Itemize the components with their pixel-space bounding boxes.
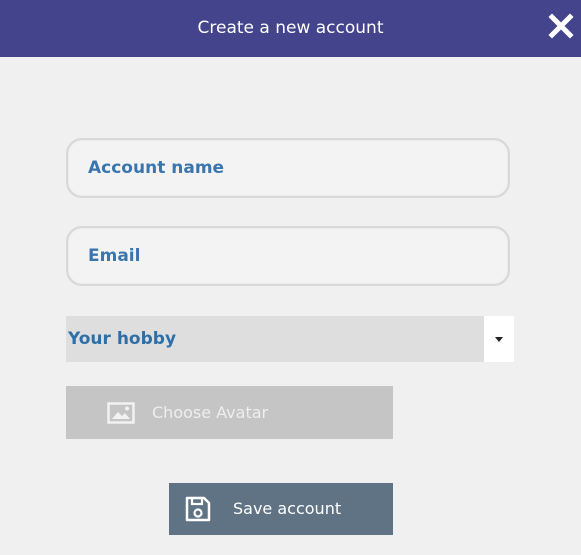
close-icon[interactable] <box>547 12 575 40</box>
save-account-label: Save account <box>233 499 342 518</box>
chevron-down-icon[interactable] <box>484 316 514 362</box>
image-icon <box>107 402 135 428</box>
choose-avatar-button[interactable]: Choose Avatar <box>66 386 393 439</box>
create-account-dialog: Create a new account Your hobby Choose A… <box>0 0 581 555</box>
save-account-button[interactable]: Save account <box>169 483 393 535</box>
account-name-field <box>66 138 510 198</box>
choose-avatar-label: Choose Avatar <box>152 403 269 422</box>
hobby-selected-value: Your hobby <box>68 329 177 349</box>
title-bar: Create a new account <box>0 0 581 57</box>
email-field <box>66 226 510 286</box>
account-name-input[interactable] <box>88 140 488 196</box>
hobby-select[interactable]: Your hobby <box>66 316 514 362</box>
dialog-title: Create a new account <box>197 18 384 38</box>
email-input[interactable] <box>88 228 488 284</box>
floppy-disk-icon <box>184 495 212 527</box>
